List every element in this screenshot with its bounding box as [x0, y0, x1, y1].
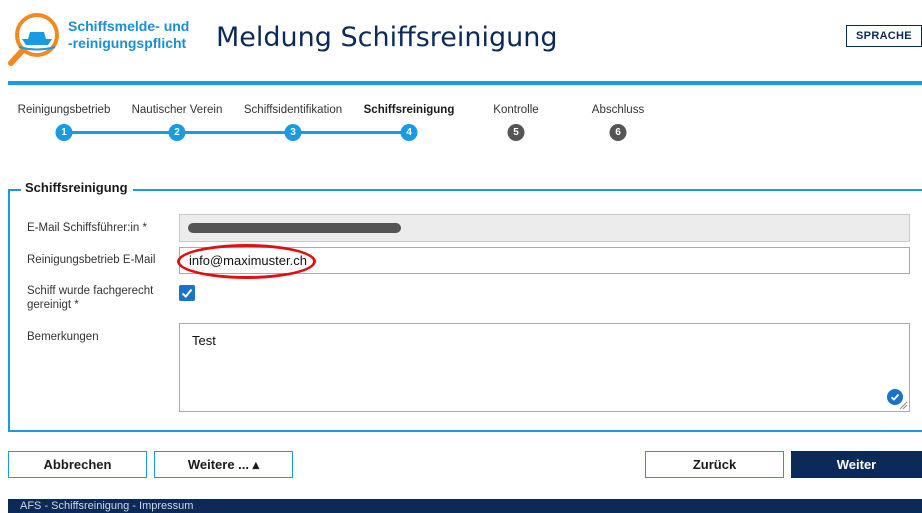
cancel-button[interactable]: Abbrechen: [8, 451, 147, 478]
brand-line-1: Schiffsmelde- und: [68, 18, 190, 34]
step-label-4: Schiffsreinigung: [363, 104, 455, 116]
brand-name: Schiffsmelde- und -reinigungspflicht: [68, 18, 189, 52]
step-label-3[interactable]: Schiffsidentifikation: [244, 104, 342, 116]
remarks-label: Bemerkungen: [27, 331, 99, 343]
checkmark-icon: [181, 288, 193, 298]
footer-links[interactable]: AFS - Schiffsreinigung - Impressum: [20, 500, 193, 512]
spellcheck-badge-icon[interactable]: [887, 389, 903, 405]
step-label-5: Kontrolle: [493, 104, 539, 116]
step-label-2[interactable]: Nautischer Verein: [132, 104, 223, 116]
app-header: Schiffsmelde- und -reinigungspflicht Mel…: [0, 0, 922, 82]
cleaned-label: Schiff wurde fachgerecht gereinigt *: [27, 285, 154, 311]
step-number-4: 4: [400, 124, 418, 141]
step-number-6: 6: [609, 124, 627, 141]
cleaned-checkbox[interactable]: [179, 285, 195, 301]
email-captain-field: [179, 214, 910, 242]
red-highlight-circle: [177, 244, 316, 279]
header-divider: [8, 81, 922, 85]
step-number-5: 5: [507, 124, 525, 141]
step-label-1[interactable]: Reinigungsbetrieb: [18, 104, 111, 116]
progress-stepper: Reinigungsbetrieb 1 Nautischer Verein 2 …: [0, 98, 922, 158]
step-number-3[interactable]: 3: [284, 124, 302, 141]
magnifier-ship-logo-icon: [8, 13, 59, 66]
section-title: Schiffsreinigung: [21, 180, 133, 195]
email-captain-label: E-Mail Schiffsführer:in *: [27, 222, 147, 234]
remarks-textarea[interactable]: Test: [179, 323, 910, 412]
check-icon: [890, 393, 900, 401]
more-button[interactable]: Weitere ... ▴: [154, 451, 293, 478]
step-number-1[interactable]: 1: [55, 124, 73, 141]
back-button[interactable]: Zurück: [645, 451, 784, 478]
next-button[interactable]: Weiter: [791, 451, 922, 478]
remarks-value: Test: [192, 333, 216, 348]
step-number-2[interactable]: 2: [168, 124, 186, 141]
cleaning-company-email-label: Reinigungsbetrieb E-Mail: [27, 254, 156, 266]
footer-bar: AFS - Schiffsreinigung - Impressum: [8, 499, 922, 513]
redacted-value: [188, 223, 401, 233]
step-label-6: Abschluss: [591, 104, 645, 116]
stepper-progress-line: [64, 131, 408, 134]
language-button[interactable]: SPRACHE: [846, 25, 922, 47]
page-title: Meldung Schiffsreinigung: [216, 22, 558, 53]
brand-line-2: -reinigungspflicht: [68, 35, 187, 51]
